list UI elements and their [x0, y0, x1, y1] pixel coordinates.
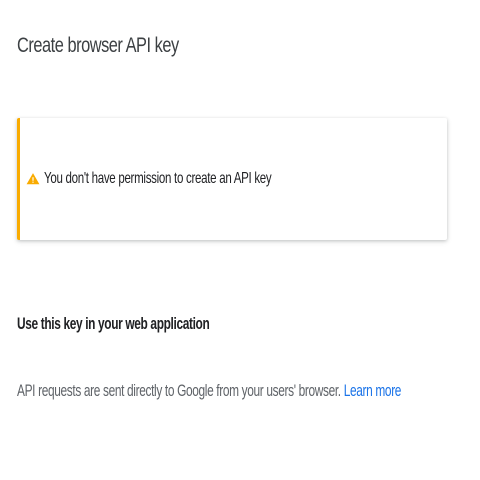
create-api-key-page: Create browser API key You don't have pe…: [0, 0, 480, 480]
warning-triangle-icon: [26, 172, 40, 186]
learn-more-link[interactable]: Learn more: [344, 381, 402, 400]
warning-row: You don't have permission to create an A…: [26, 170, 360, 188]
warning-message: You don't have permission to create an A…: [44, 170, 272, 187]
description-text: API requests are sent directly to Google…: [17, 381, 344, 400]
page-title: Create browser API key: [17, 34, 179, 57]
permission-warning-banner: You don't have permission to create an A…: [17, 118, 447, 240]
section-heading: Use this key in your web application: [17, 314, 210, 333]
section-description: API requests are sent directly to Google…: [17, 381, 401, 401]
